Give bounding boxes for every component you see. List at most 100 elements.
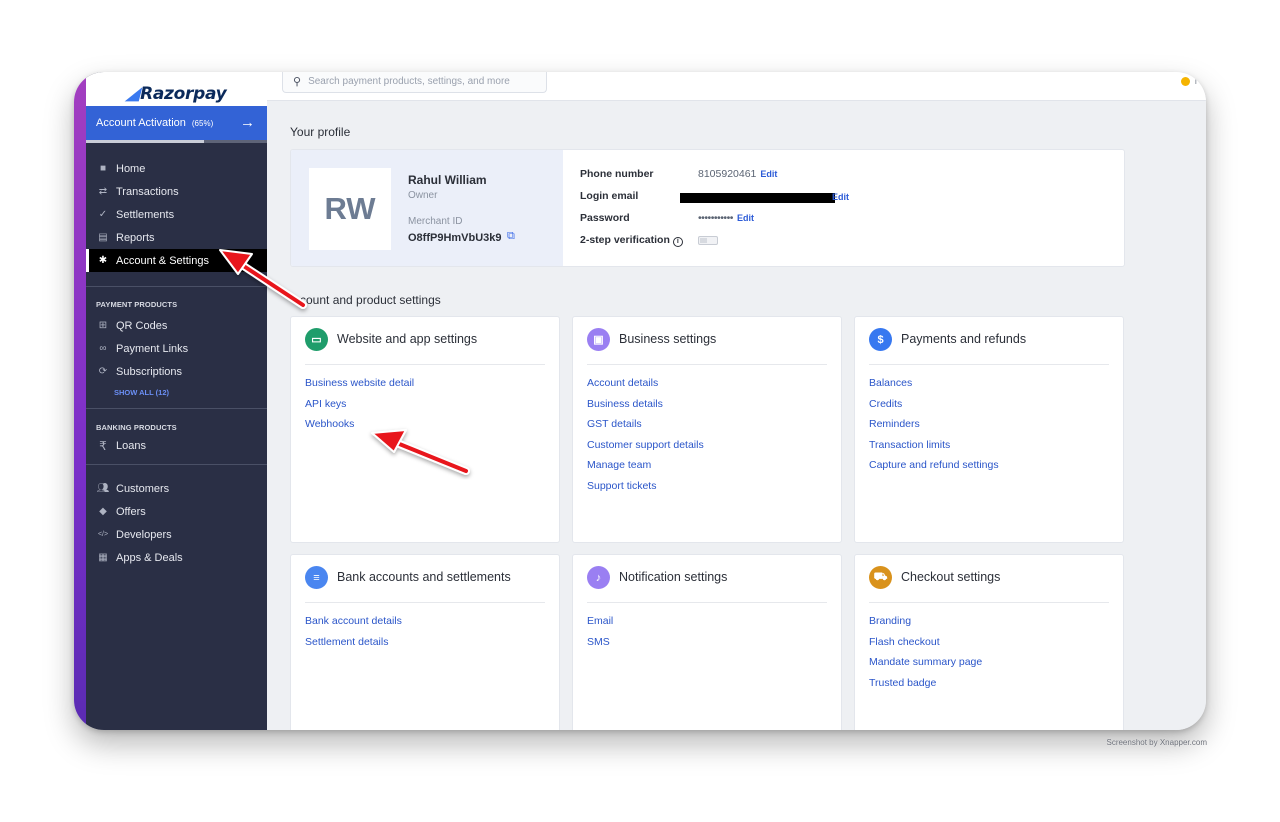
- settings-link[interactable]: Customer support details: [587, 438, 704, 459]
- redacted-email: [680, 193, 835, 203]
- profile-name: Rahul William: [408, 173, 487, 187]
- settings-link[interactable]: Account details: [587, 376, 704, 397]
- settings-link[interactable]: Business website detail: [305, 376, 414, 397]
- copy-icon[interactable]: ⧉: [507, 230, 515, 243]
- settings-link[interactable]: GST details: [587, 417, 704, 438]
- card-header: ≡ Bank accounts and settlements: [305, 566, 545, 603]
- settings-card: ▣ Business settings Account details Busines…: [572, 316, 842, 543]
- arrow-right-icon: →: [240, 114, 255, 131]
- monitor-icon: ▭: [305, 328, 328, 351]
- settings-card: ▭ Website and app settings Business websit…: [290, 316, 560, 543]
- sidebar-item-settlements[interactable]: ✓ Settlements: [86, 203, 267, 226]
- settings-card: ≡ Bank accounts and settlements Bank accou…: [290, 554, 560, 730]
- sidebar-item-transactions[interactable]: ⇄ Transactions: [86, 180, 267, 203]
- two-step-row: 2-step verification i: [580, 234, 683, 247]
- settings-heading: ccount and product settings: [294, 293, 441, 307]
- sidebar-item-payment-links[interactable]: ∞ Payment Links: [86, 337, 267, 360]
- user-menu-truncated[interactable]: ı: [1195, 77, 1197, 86]
- password-mask: •••••••••••: [698, 212, 733, 224]
- sidebar-item-qr-codes[interactable]: ⊞ QR Codes: [86, 314, 267, 337]
- payment-products-section: PAYMENT PRODUCTS ⊞ QR Codes ∞ Payment Li…: [86, 287, 267, 401]
- sidebar-item-label: Subscriptions: [116, 365, 183, 378]
- sidebar-item-loans[interactable]: ₹ Loans: [86, 434, 267, 457]
- card-links: Balances Credits Reminders Transaction limi…: [869, 376, 999, 479]
- card-title: Business settings: [619, 332, 717, 346]
- card-links: Business website detail API keys Webhooks: [305, 376, 414, 438]
- sidebar-item-label: Reports: [116, 231, 155, 244]
- search-input[interactable]: ⚲ Search payment products, settings, and…: [282, 72, 547, 93]
- card-header: ♪ Notification settings: [587, 566, 827, 603]
- sidebar-item-developers[interactable]: </> Developers: [86, 523, 267, 546]
- settings-link[interactable]: Email: [587, 614, 613, 635]
- settings-link[interactable]: SMS: [587, 635, 613, 656]
- settings-link[interactable]: Bank account details: [305, 614, 402, 635]
- card-title: Bank accounts and settlements: [337, 570, 511, 584]
- gear-icon: ✱: [98, 255, 108, 266]
- transactions-icon: ⇄: [98, 186, 108, 197]
- card-title: Website and app settings: [337, 332, 478, 346]
- main-content: ⚲ Search payment products, settings, and…: [267, 72, 1206, 730]
- users-icon: 👥︎: [96, 483, 110, 494]
- tag-icon: ◆: [99, 506, 107, 517]
- settings-link[interactable]: Reminders: [869, 417, 999, 438]
- account-activation-banner[interactable]: Account Activation (65%) →: [86, 106, 267, 140]
- notification-dot-icon[interactable]: [1181, 77, 1190, 86]
- qr-code-icon: ⊞: [98, 320, 108, 331]
- card-title: Payments and refunds: [901, 332, 1027, 346]
- settings-link[interactable]: Support tickets: [587, 479, 704, 500]
- settings-link[interactable]: Balances: [869, 376, 999, 397]
- two-step-toggle[interactable]: [698, 236, 718, 245]
- app-window: ◢ Razorpay Account Activation (65%) → ■ …: [74, 72, 1206, 730]
- sidebar-item-offers[interactable]: ◆ Offers: [86, 500, 267, 523]
- settings-link[interactable]: Capture and refund settings: [869, 458, 999, 479]
- sidebar-item-customers[interactable]: 👥︎ Customers: [86, 477, 267, 500]
- rupee-icon: ₹: [99, 438, 107, 453]
- settings-link[interactable]: Business details: [587, 397, 704, 418]
- logo[interactable]: ◢ Razorpay: [86, 72, 267, 106]
- code-icon: </>: [97, 531, 109, 538]
- edit-phone-link[interactable]: Edit: [760, 169, 777, 179]
- sidebar-item-label: Developers: [116, 528, 172, 541]
- settings-link[interactable]: Mandate summary page: [869, 655, 982, 676]
- sidebar-item-reports[interactable]: ▤ Reports: [86, 226, 267, 249]
- sidebar-item-subscriptions[interactable]: ⟳ Subscriptions: [86, 360, 267, 383]
- edit-email-link[interactable]: Edit: [832, 192, 849, 202]
- profile-heading: Your profile: [290, 125, 351, 139]
- sidebar-item-label: Customers: [116, 482, 170, 495]
- watermark: Screenshot by Xnapper.com: [1106, 738, 1207, 747]
- settings-link[interactable]: Webhooks: [305, 417, 414, 438]
- settings-link[interactable]: Trusted badge: [869, 676, 982, 697]
- sidebar-item-account-settings[interactable]: ✱ Account & Settings: [86, 249, 267, 272]
- business-icon: ▣: [587, 328, 610, 351]
- bell-icon: ♪: [587, 566, 610, 589]
- activation-label: Account Activation: [96, 117, 186, 129]
- login-email-label: Login email: [580, 190, 639, 202]
- sidebar-item-home[interactable]: ■ Home: [86, 157, 267, 180]
- settings-link[interactable]: Manage team: [587, 458, 704, 479]
- show-all-products-link[interactable]: SHOW ALL (12): [86, 383, 267, 401]
- cart-icon: ⛟: [869, 566, 892, 589]
- settings-link[interactable]: Branding: [869, 614, 982, 635]
- card-header: $ Payments and refunds: [869, 328, 1109, 365]
- password-row: ••••••••••• Edit: [698, 212, 754, 224]
- settings-link[interactable]: Transaction limits: [869, 438, 999, 459]
- sidebar-item-label: Account & Settings: [116, 254, 209, 267]
- settings-link[interactable]: Flash checkout: [869, 635, 982, 656]
- razorpay-logo-icon: ◢: [126, 84, 140, 103]
- info-icon[interactable]: i: [672, 237, 683, 247]
- sidebar-item-apps-deals[interactable]: ▦ Apps & Deals: [86, 546, 267, 569]
- card-header: ▭ Website and app settings: [305, 328, 545, 365]
- activation-percent: (65%): [191, 118, 214, 128]
- settings-link[interactable]: API keys: [305, 397, 414, 418]
- settings-link[interactable]: Settlement details: [305, 635, 402, 656]
- phone-label: Phone number: [580, 168, 654, 180]
- banking-products-section: BANKING PRODUCTS ₹ Loans: [86, 409, 267, 457]
- settings-link[interactable]: Credits: [869, 397, 999, 418]
- two-step-label: 2-step verification: [580, 234, 670, 246]
- merchant-id-label: Merchant ID: [408, 216, 463, 227]
- apps-grid-icon: ▦: [98, 552, 108, 563]
- card-links: Email SMS: [587, 614, 613, 655]
- edit-password-link[interactable]: Edit: [737, 213, 754, 223]
- settlements-icon: ✓: [98, 209, 108, 220]
- section-label: PAYMENT PRODUCTS: [96, 300, 178, 309]
